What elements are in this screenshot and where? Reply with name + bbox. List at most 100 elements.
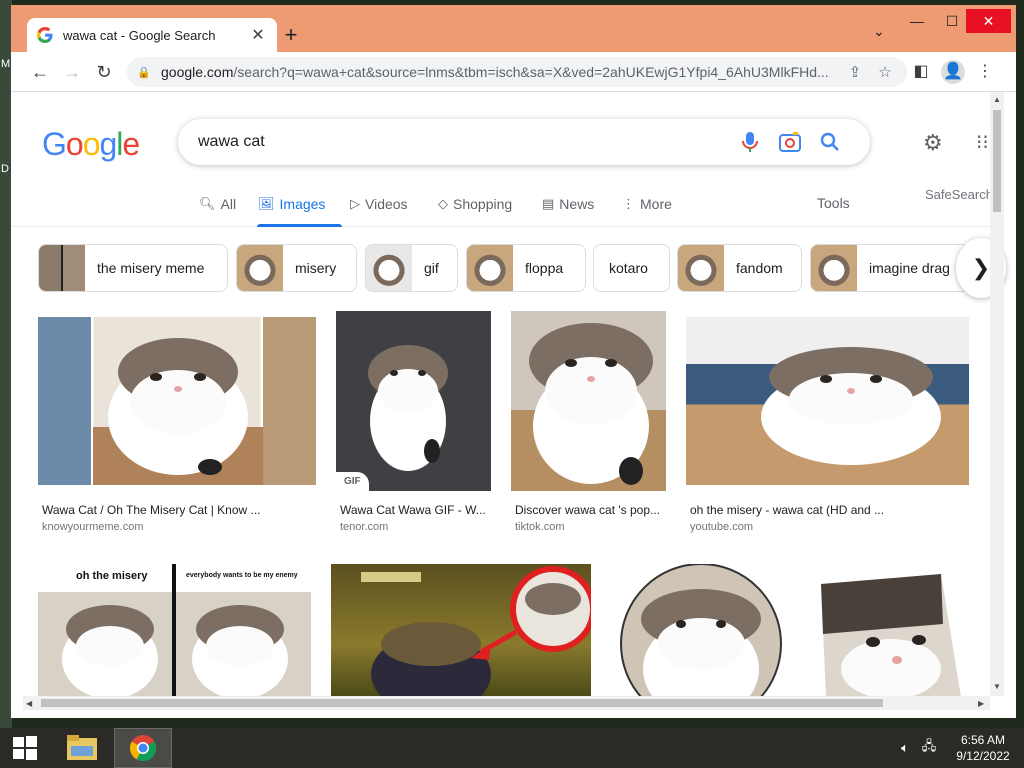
maximize-button[interactable]: ☐ <box>936 9 968 33</box>
result-source[interactable]: knowyourmeme.com <box>42 521 143 533</box>
windows-start-icon[interactable] <box>5 728 45 768</box>
chrome-taskbar-icon[interactable] <box>114 728 172 768</box>
logo-letter: o <box>82 126 101 162</box>
close-icon[interactable]: ✕ <box>249 25 267 45</box>
chip-gif[interactable]: gif <box>365 244 458 292</box>
google-favicon-icon <box>37 27 53 43</box>
apps-grid-icon[interactable]: ⁝⁝ <box>976 130 989 155</box>
search-input[interactable]: wawa cat <box>198 133 730 151</box>
safesearch-button[interactable]: SafeSearch <box>925 187 993 202</box>
scroll-thumb[interactable] <box>993 110 1001 212</box>
forward-arrow-icon[interactable]: → <box>60 60 84 84</box>
result-thumbnail[interactable] <box>686 317 969 485</box>
tab-shopping[interactable]: ◇ Shopping <box>438 193 512 215</box>
result-thumbnail[interactable] <box>611 564 791 697</box>
chip-label: kotaro <box>609 260 648 276</box>
result-title[interactable]: oh the misery - wawa cat (HD and ... <box>690 503 884 517</box>
tab-label: News <box>559 196 595 212</box>
tab-more[interactable]: ⋮ More <box>622 193 672 215</box>
tag-icon: ◇ <box>438 196 448 211</box>
address-bar[interactable]: 🔒 google.com/search?q=wawa+cat&source=ln… <box>127 57 907 87</box>
share-icon[interactable]: ⇪ <box>843 63 867 81</box>
chip-kotaro[interactable]: kotaro <box>593 244 670 292</box>
chip-label: fandom <box>736 260 783 276</box>
menu-kebab-icon[interactable]: ⋮ <box>973 60 997 84</box>
result-thumbnail[interactable] <box>331 564 591 697</box>
result-thumbnail[interactable] <box>511 311 666 491</box>
chip-label: imagine drag <box>869 260 950 276</box>
result-source[interactable]: tiktok.com <box>515 521 565 533</box>
search-box[interactable]: wawa cat <box>178 119 870 165</box>
chip-label: misery <box>295 260 337 276</box>
lock-icon[interactable]: 🔒 <box>137 66 151 79</box>
tab-label: Images <box>279 196 326 212</box>
tab-videos[interactable]: ▷ Videos <box>350 193 408 215</box>
chip-imagine-dragons[interactable]: imagine drag <box>810 244 970 292</box>
desktop-icon-label: M <box>1 58 11 70</box>
horizontal-scrollbar[interactable]: ◀ ▶ <box>23 696 990 710</box>
file-explorer-icon[interactable] <box>60 728 104 768</box>
chip-thumbnail <box>39 245 85 291</box>
chip-thumbnail <box>467 245 513 291</box>
clock-time: 6:56 AM <box>960 733 1006 747</box>
result-title[interactable]: Wawa Cat / Oh The Misery Cat | Know ... <box>42 503 261 517</box>
search-icon[interactable] <box>810 132 850 152</box>
microphone-icon[interactable] <box>730 131 770 153</box>
gear-icon[interactable]: ⚙ <box>923 130 943 156</box>
back-arrow-icon[interactable]: ← <box>28 60 52 84</box>
tab-label: Shopping <box>453 196 513 212</box>
page-viewport: Google wawa cat ⚙ ⁝⁝ 🔍︎ All 🖼︎ Images ▷ Vid… <box>11 92 1016 718</box>
scroll-left-icon[interactable]: ◀ <box>26 699 32 708</box>
side-panel-icon[interactable]: ◧ <box>909 60 933 84</box>
chip-thumbnail <box>366 245 412 291</box>
result-title[interactable]: Discover wawa cat 's pop... <box>515 503 660 517</box>
tab-all[interactable]: 🔍︎ All <box>199 193 236 215</box>
profile-avatar-icon[interactable]: 👤 <box>941 60 965 84</box>
play-icon: ▷ <box>350 196 360 211</box>
close-window-button[interactable]: ✕ <box>966 9 1011 33</box>
network-icon[interactable]: 🖧 <box>919 728 939 768</box>
tab-images[interactable]: 🖼︎ Images <box>258 193 325 215</box>
browser-window: wawa cat - Google Search ✕ + ⌄ — ☐ ✕ ← →… <box>11 5 1016 718</box>
reload-icon[interactable]: ↻ <box>92 60 116 84</box>
google-logo[interactable]: Google <box>42 126 140 163</box>
logo-letter: e <box>122 126 140 162</box>
browser-tab[interactable]: wawa cat - Google Search ✕ <box>27 18 277 52</box>
tab-label: More <box>640 196 672 212</box>
result-source[interactable]: youtube.com <box>690 521 753 533</box>
chip-thumbnail <box>237 245 283 291</box>
taskbar-clock[interactable]: 6:56 AM 9/12/2022 <box>948 732 1018 764</box>
logo-letter: G <box>42 126 67 162</box>
browser-toolbar: ← → ↻ 🔒 google.com/search?q=wawa+cat&sou… <box>11 52 1016 92</box>
result-title[interactable]: Wawa Cat Wawa GIF - W... <box>340 503 486 517</box>
bookmark-star-icon[interactable]: ☆ <box>873 63 897 81</box>
scroll-up-icon[interactable]: ▲ <box>993 95 1001 104</box>
chip-floppa[interactable]: floppa <box>466 244 586 292</box>
new-tab-button[interactable]: + <box>277 21 305 49</box>
scroll-down-icon[interactable]: ▼ <box>993 682 1001 691</box>
chip-misery[interactable]: misery <box>236 244 357 292</box>
newspaper-icon: ▤ <box>542 196 555 211</box>
chip-the-misery-meme[interactable]: the misery meme <box>38 244 228 292</box>
taskbar: 🔈︎ 🖧 6:56 AM 9/12/2022 <box>0 728 1024 768</box>
chip-label: gif <box>424 260 439 276</box>
meme-caption: everybody wants to be my enemy <box>186 572 298 579</box>
speaker-muted-icon[interactable]: 🔈︎ <box>895 728 915 768</box>
minimize-button[interactable]: — <box>901 9 933 33</box>
chip-fandom[interactable]: fandom <box>677 244 802 292</box>
tab-label: Videos <box>365 196 408 212</box>
vertical-scrollbar[interactable]: ▲ ▼ <box>990 92 1004 696</box>
url-text[interactable]: google.com/search?q=wawa+cat&source=lnms… <box>161 64 837 80</box>
result-thumbnail[interactable] <box>38 317 316 485</box>
result-thumbnail[interactable] <box>811 564 969 697</box>
result-source[interactable]: tenor.com <box>340 521 388 533</box>
chevron-down-icon[interactable]: ⌄ <box>873 23 885 40</box>
url-host: google.com <box>161 64 234 80</box>
result-thumbnail[interactable]: GIF <box>336 311 491 491</box>
tools-button[interactable]: Tools <box>817 195 850 211</box>
camera-lens-icon[interactable] <box>770 132 810 152</box>
scroll-thumb[interactable] <box>41 699 883 707</box>
scroll-right-icon[interactable]: ▶ <box>978 699 984 708</box>
tab-news[interactable]: ▤ News <box>542 193 594 215</box>
result-thumbnail[interactable]: oh the misery everybody wants to be my e… <box>38 564 311 697</box>
